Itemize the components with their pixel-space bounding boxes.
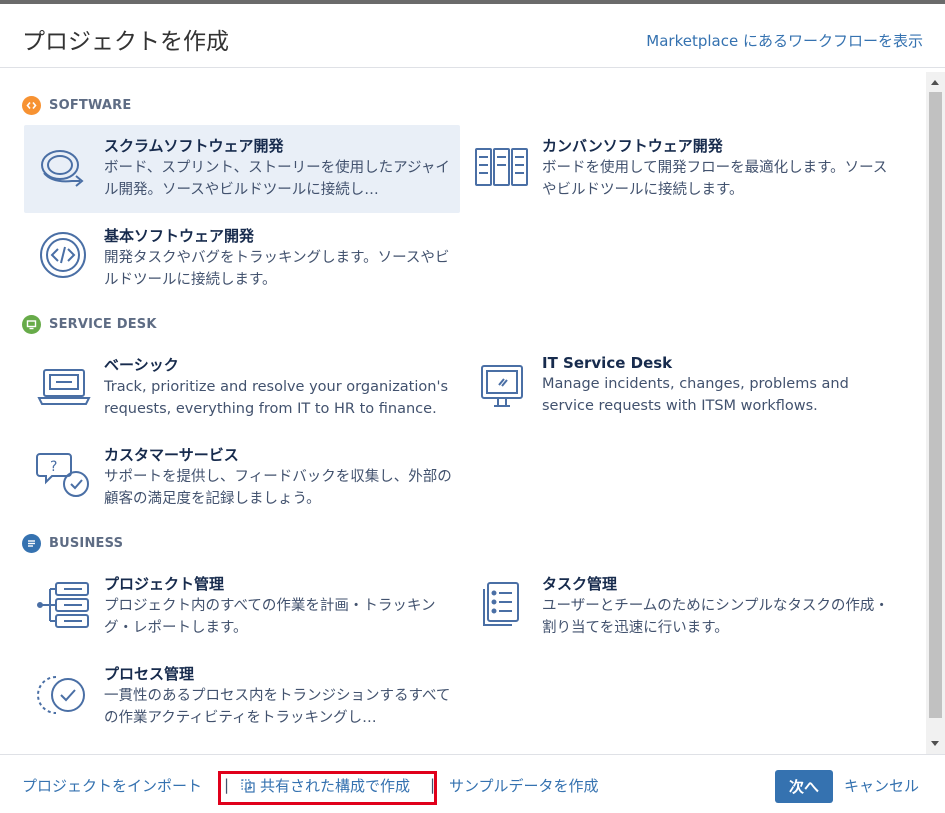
task-list-icon — [474, 577, 530, 633]
marketplace-link[interactable]: Marketplace にあるワークフローを表示 — [646, 30, 923, 51]
template-card-scrum[interactable]: スクラムソフトウェア開発 ボード、スプリント、ストーリーを使用したアジャイル開発… — [24, 125, 460, 213]
template-name: ベーシック — [104, 356, 179, 374]
next-button[interactable]: 次へ — [775, 770, 833, 803]
section-label: SOFTWARE — [49, 98, 132, 113]
vertical-scrollbar[interactable] — [926, 72, 945, 754]
template-card-it-service-desk[interactable]: IT Service Desk Manage incidents, change… — [462, 344, 898, 432]
template-description: ボード、スプリント、ストーリーを使用したアジャイル開発。ソースやビルドツールに接… — [104, 160, 450, 198]
scroll-down-arrow-icon[interactable] — [931, 741, 939, 746]
template-name: 基本ソフトウェア開発 — [104, 227, 255, 245]
template-name: IT Service Desk — [542, 354, 673, 372]
section-header-service-desk: SERVICE DESK — [22, 315, 157, 334]
template-name: カスタマーサービス — [104, 446, 239, 464]
template-description: ボードを使用して開発フローを最適化します。ソースやビルドツールに接続します。 — [542, 160, 888, 198]
scrum-cycle-icon — [36, 139, 92, 195]
template-card-project-management[interactable]: プロジェクト管理 プロジェクト内のすべての作業を計画・トラッキング・レポートしま… — [24, 563, 460, 651]
dialog-footer: プロジェクトをインポート | 共有された構成で作成 | サンプルデータを作成 次… — [0, 754, 945, 813]
create-sample-data-link[interactable]: サンプルデータを作成 — [449, 775, 599, 796]
template-card-basic-software[interactable]: 基本ソフトウェア開発 開発タスクやバグをトラッキングします。ソースやビルドツール… — [24, 215, 460, 303]
laptop-icon — [36, 358, 92, 414]
template-card-kanban[interactable]: カンバンソフトウェア開発 ボードを使用して開発フローを最適化します。ソースやビル… — [462, 125, 898, 213]
template-name: スクラムソフトウェア開発 — [104, 137, 284, 155]
scroll-thumb[interactable] — [929, 92, 942, 718]
monitor-icon — [474, 358, 530, 414]
template-card-task-management[interactable]: タスク管理 ユーザーとチームのためにシンプルなタスクの作成・割り当てを迅速に行い… — [462, 563, 898, 651]
section-label: BUSINESS — [49, 536, 124, 551]
code-brackets-icon — [36, 229, 92, 285]
cancel-button[interactable]: キャンセル — [844, 775, 919, 796]
highlight-box — [218, 771, 437, 805]
template-card-basic-service[interactable]: ベーシック Track, prioritize and resolve your… — [24, 344, 460, 432]
chat-bubbles-icon: ? — [36, 448, 92, 504]
template-description: ユーザーとチームのためにシンプルなタスクの作成・割り当てを迅速に行います。 — [542, 598, 889, 636]
code-icon — [22, 96, 41, 115]
project-list-icon — [36, 577, 92, 633]
monitor-icon — [22, 315, 41, 334]
document-icon — [22, 534, 41, 553]
template-description: 開発タスクやバグをトラッキングします。ソースやビルドツールに接続します。 — [104, 250, 450, 288]
kanban-board-icon — [474, 139, 530, 195]
create-project-dialog: プロジェクトを作成 Marketplace にあるワークフローを表示 SOFTW… — [0, 0, 945, 813]
dialog-header: プロジェクトを作成 Marketplace にあるワークフローを表示 — [0, 4, 945, 68]
template-description: 一貫性のあるプロセス内をトランジションするすべての作業アクティビティをトラッキン… — [104, 688, 451, 726]
template-name: プロセス管理 — [104, 665, 195, 683]
template-card-process-management[interactable]: プロセス管理 一貫性のあるプロセス内をトランジションするすべての作業アクティビテ… — [24, 653, 460, 741]
process-check-icon — [36, 667, 92, 723]
template-name: タスク管理 — [542, 575, 618, 593]
template-description: プロジェクト内のすべての作業を計画・トラッキング・レポートします。 — [104, 598, 436, 636]
template-description: サポートを提供し、フィードバックを収集し、外部の顧客の満足度を記録しましょう。 — [104, 469, 452, 507]
template-description: Manage incidents, changes, problems and … — [542, 376, 849, 414]
template-description: Track, prioritize and resolve your organ… — [104, 379, 448, 417]
import-project-link[interactable]: プロジェクトをインポート — [22, 775, 202, 796]
template-name: カンバンソフトウェア開発 — [542, 137, 723, 155]
dialog-title: プロジェクトを作成 — [22, 29, 229, 55]
template-card-customer-service[interactable]: ? カスタマーサービス サポートを提供し、フィードバックを収集し、外部の顧客の満… — [24, 434, 460, 522]
section-header-software: SOFTWARE — [22, 96, 131, 115]
template-name: プロジェクト管理 — [104, 575, 225, 593]
scroll-up-arrow-icon[interactable] — [931, 80, 939, 85]
template-list: SOFTWARE スクラムソフトウェア開発 ボード、スプリント、ストーリーを使用… — [0, 72, 926, 754]
section-label: SERVICE DESK — [49, 317, 157, 332]
svg-text:?: ? — [50, 459, 57, 475]
section-header-business: BUSINESS — [22, 534, 123, 553]
